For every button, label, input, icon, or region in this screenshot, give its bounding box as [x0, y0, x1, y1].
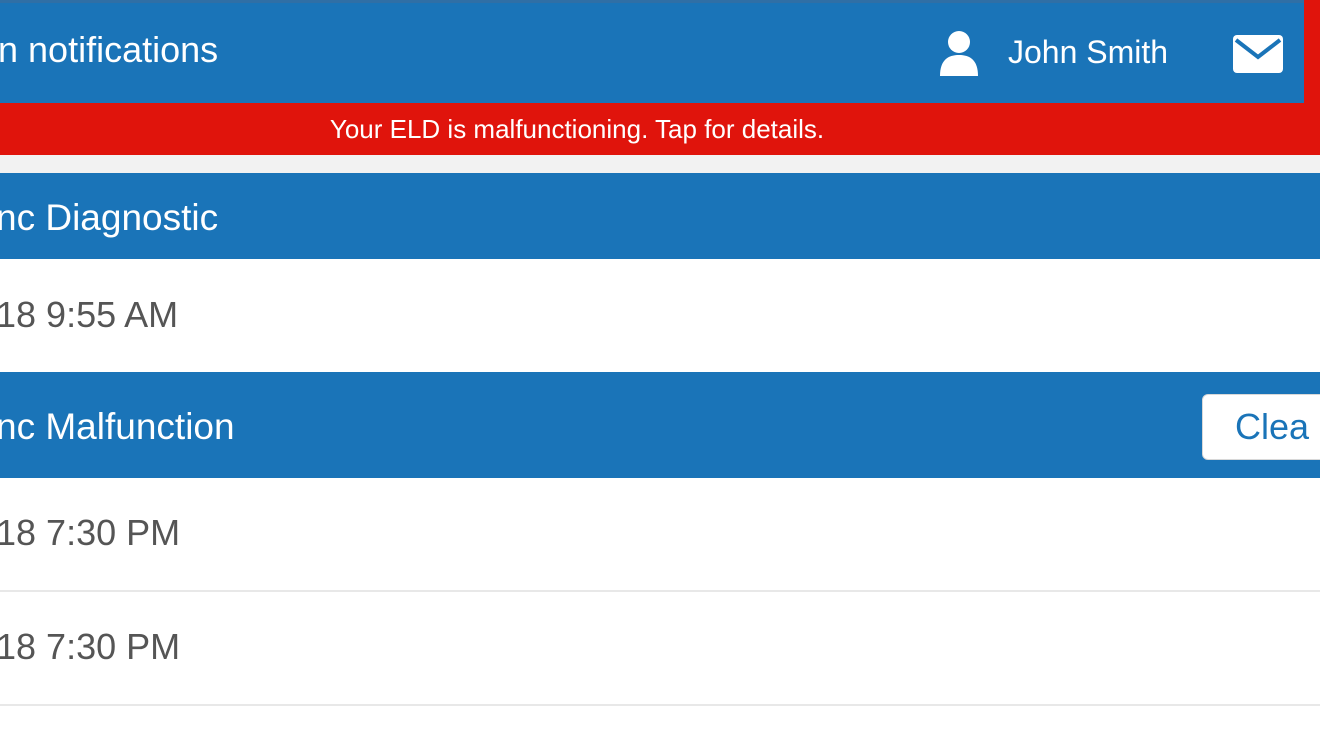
alert-message: Your ELD is malfunctioning. Tap for deta…: [329, 114, 825, 144]
eld-malfunction-alert[interactable]: Your ELD is malfunctioning. Tap for deta…: [0, 103, 1304, 155]
alert-edge: [1304, 0, 1320, 155]
page-title: n notifications: [0, 29, 219, 70]
divider: [0, 155, 1320, 173]
user-name[interactable]: John Smith: [1008, 31, 1168, 73]
notification-timestamp: 18 9:55 AM: [0, 294, 179, 335]
section-title-diagnostic: nc Diagnostic: [0, 197, 219, 238]
list-item[interactable]: 18 7:30 PM: [0, 592, 1320, 706]
notification-timestamp: 18 7:30 PM: [0, 626, 181, 667]
list-item[interactable]: 18 7:30 PM: [0, 478, 1320, 592]
clear-button[interactable]: Clea: [1202, 394, 1320, 460]
notification-timestamp: 18 7:30 PM: [0, 512, 181, 553]
list-item[interactable]: 18 9:55 AM: [0, 259, 1320, 372]
section-title-malfunction: nc Malfunction: [0, 406, 235, 447]
user-icon[interactable]: [938, 30, 980, 76]
notifications-page: n notifications John Smith Your ELD is m…: [0, 0, 1320, 740]
mail-icon[interactable]: [1232, 34, 1284, 74]
